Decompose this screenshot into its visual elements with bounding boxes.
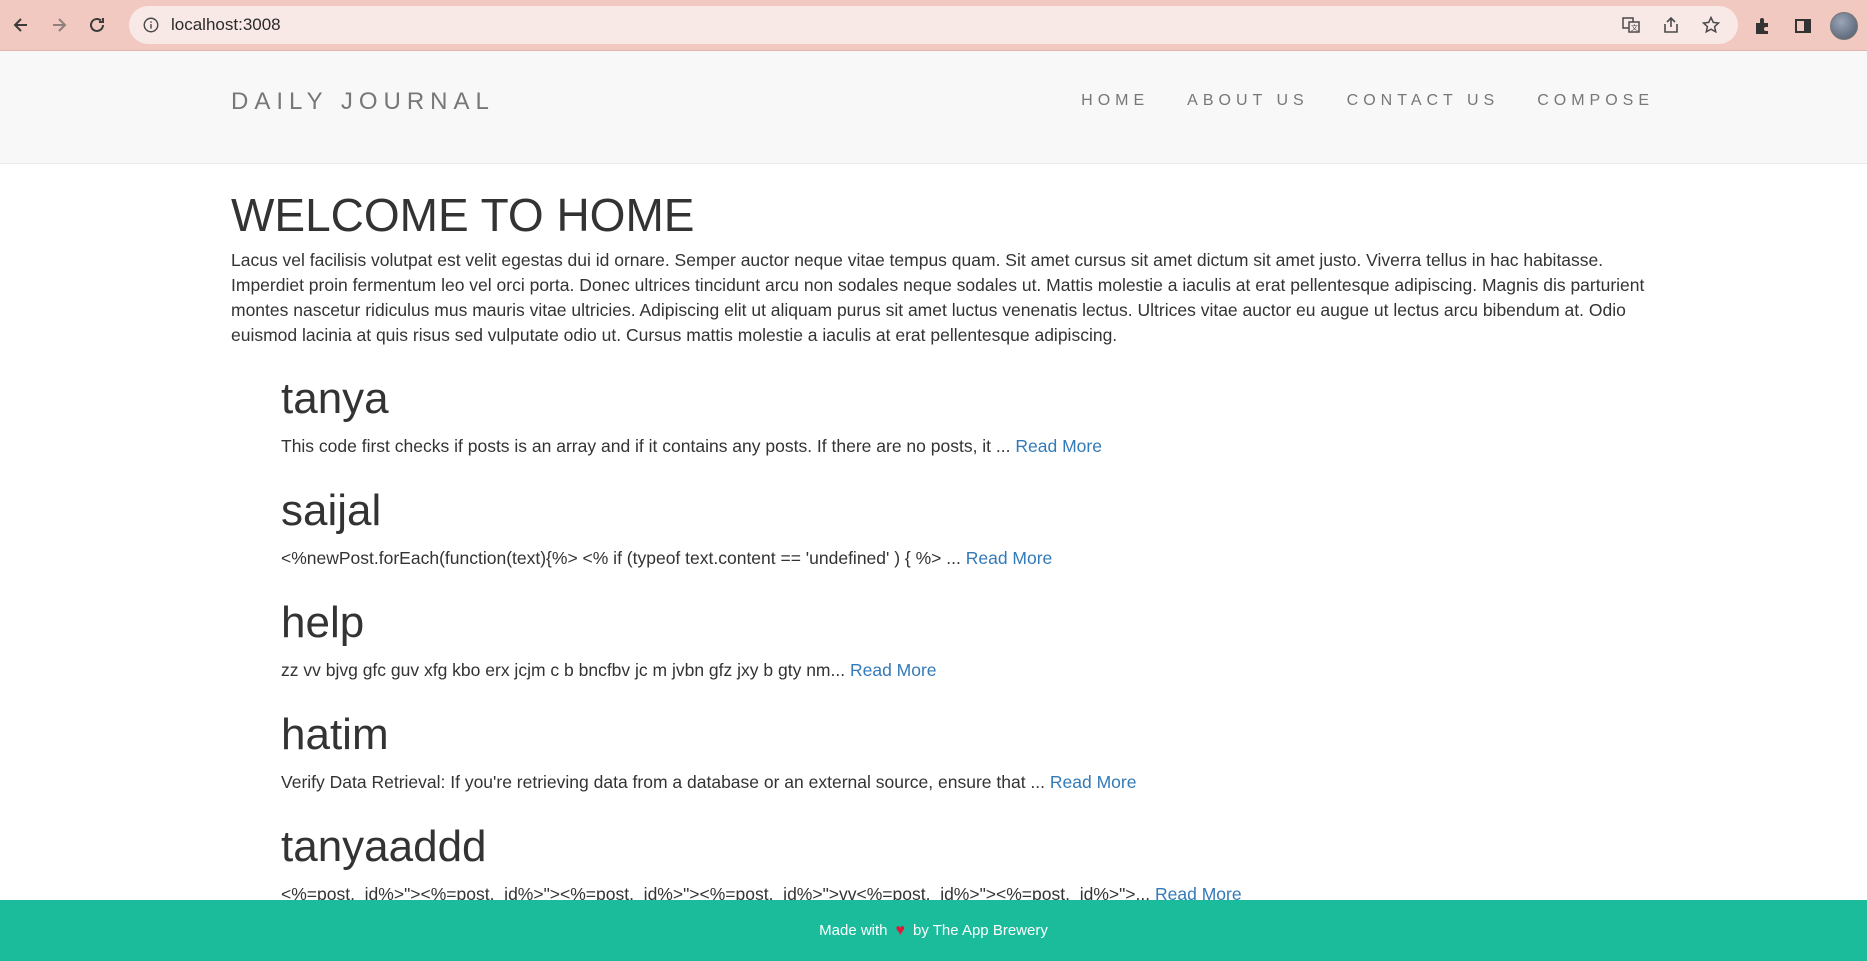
post-excerpt-text: This code first checks if posts is an ar… [281, 436, 1011, 456]
nav-about-us[interactable]: ABOUT US [1187, 92, 1309, 110]
read-more-link[interactable]: Read More [850, 660, 937, 680]
post-excerpt: zz vv bjvg gfc guv xfg kbo erx jcjm c b … [281, 660, 1651, 681]
translate-icon[interactable]: 文 [1618, 12, 1644, 38]
site-footer: Made with ♥ by The App Brewery [0, 900, 1867, 961]
post-title: tanya [281, 374, 389, 423]
nav-home[interactable]: HOME [1081, 92, 1149, 110]
bookmark-star-icon[interactable] [1698, 12, 1724, 38]
post-title: tanyaaddd [281, 822, 487, 871]
main-menu: HOME ABOUT US CONTACT US COMPOSE [1081, 92, 1654, 110]
browser-toolbar: localhost:3008 文 [0, 0, 1867, 51]
post-excerpt: <%newPost.forEach(function(text){%> <% i… [281, 548, 1651, 569]
url-text[interactable]: localhost:3008 [171, 15, 281, 35]
intro-paragraph: Lacus vel facilisis volutpat est velit e… [231, 250, 1645, 345]
read-more-link[interactable]: Read More [1050, 772, 1137, 792]
post-list: tanya This code first checks if posts is… [281, 374, 1651, 934]
address-bar[interactable]: localhost:3008 文 [129, 6, 1738, 44]
main-content: WELCOME TO HOME Lacus vel facilisis volu… [231, 164, 1651, 934]
post-item: hatim Verify Data Retrieval: If you're r… [281, 710, 1651, 822]
page-title: WELCOME TO HOME [231, 189, 695, 241]
nav-contact-us[interactable]: CONTACT US [1347, 92, 1500, 110]
extensions-icon[interactable] [1750, 13, 1776, 39]
post-title: help [281, 598, 365, 647]
post-item: saijal <%newPost.forEach(function(text){… [281, 486, 1651, 598]
post-title: hatim [281, 710, 389, 759]
post-item: tanya This code first checks if posts is… [281, 374, 1651, 486]
post-excerpt: Verify Data Retrieval: If you're retriev… [281, 772, 1651, 793]
read-more-link[interactable]: Read More [966, 548, 1053, 568]
share-icon[interactable] [1658, 12, 1684, 38]
post-excerpt-text: zz vv bjvg gfc guv xfg kbo erx jcjm c b … [281, 660, 846, 680]
reload-icon[interactable] [80, 8, 114, 42]
post-excerpt-text: Verify Data Retrieval: If you're retriev… [281, 772, 1046, 792]
post-title: saijal [281, 486, 382, 535]
post-item: help zz vv bjvg gfc guv xfg kbo erx jcjm… [281, 598, 1651, 710]
site-brand[interactable]: DAILY JOURNAL [231, 88, 495, 116]
forward-icon[interactable] [42, 8, 76, 42]
footer-text-before: Made with [819, 922, 888, 939]
profile-avatar[interactable] [1830, 11, 1858, 40]
read-more-link[interactable]: Read More [1015, 436, 1102, 456]
heart-icon: ♥ [895, 921, 906, 939]
svg-text:文: 文 [1631, 23, 1638, 32]
site-info-icon[interactable] [141, 15, 161, 35]
back-icon[interactable] [4, 8, 38, 42]
side-panel-icon[interactable] [1790, 13, 1816, 39]
post-excerpt: This code first checks if posts is an ar… [281, 436, 1651, 457]
nav-compose[interactable]: COMPOSE [1537, 92, 1654, 110]
site-navbar: DAILY JOURNAL HOME ABOUT US CONTACT US C… [0, 51, 1867, 164]
post-excerpt-text: <%newPost.forEach(function(text){%> <% i… [281, 548, 961, 568]
footer-text-after: by The App Brewery [913, 922, 1048, 939]
